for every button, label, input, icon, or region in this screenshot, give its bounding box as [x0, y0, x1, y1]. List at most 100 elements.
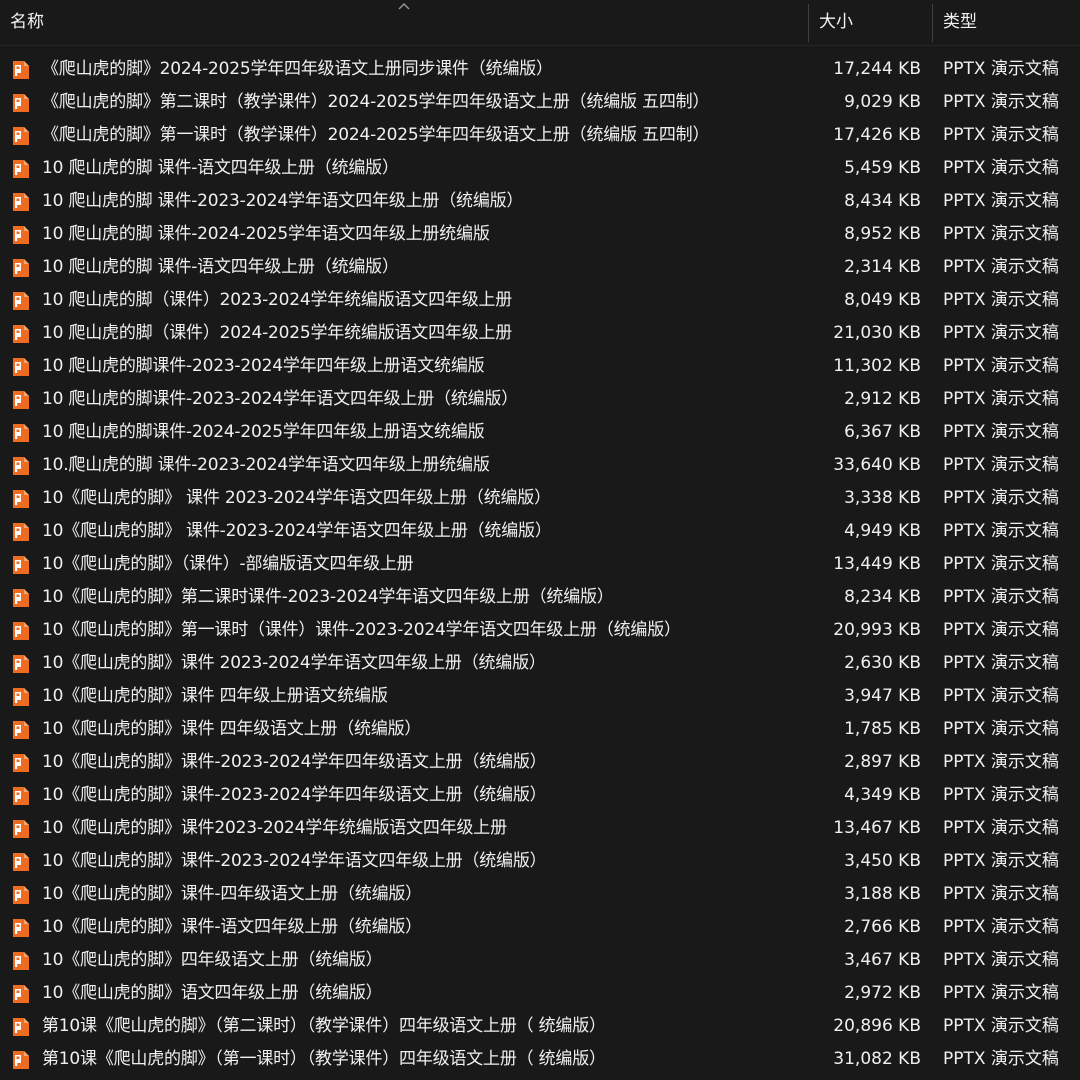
file-row[interactable]: 10《爬山虎的脚》（课件）-部编版语文四年级上册 13,449 KB PPTX 演示…	[0, 548, 1080, 581]
file-row[interactable]: 10《爬山虎的脚》 课件 2023-2024学年语文四年级上册（统编版） 3,33…	[0, 482, 1080, 515]
pptx-file-icon	[13, 523, 29, 541]
file-row[interactable]: 10《爬山虎的脚》第二课时课件-2023-2024学年语文四年级上册（统编版） 8…	[0, 581, 1080, 614]
pptx-file-icon	[13, 622, 29, 640]
file-size: 6,367 KB	[844, 422, 921, 442]
file-row[interactable]: 10《爬山虎的脚》第一课时（课件）课件-2023-2024学年语文四年级上册（统…	[0, 614, 1080, 647]
file-row[interactable]: 10《爬山虎的脚》课件-2023-2024学年语文四年级上册（统编版） 3,450…	[0, 845, 1080, 878]
file-type: PPTX 演示文稿	[943, 191, 1059, 211]
file-row[interactable]: 第10课《爬山虎的脚》（第一课时）（教学课件）四年级语文上册（ 统编版） 31,0…	[0, 1043, 1080, 1076]
pptx-file-icon	[13, 556, 29, 574]
file-row[interactable]: 10《爬山虎的脚》课件-语文四年级上册（统编版） 2,766 KB PPTX 演示文…	[0, 911, 1080, 944]
file-row[interactable]: 10 爬山虎的脚（课件）2024-2025学年统编版语文四年级上册 21,030 …	[0, 317, 1080, 350]
file-size: 17,244 KB	[833, 59, 921, 79]
pptx-file-icon	[13, 457, 29, 475]
file-type: PPTX 演示文稿	[943, 554, 1059, 574]
file-size: 2,766 KB	[844, 917, 921, 937]
column-header-size[interactable]: 大小	[809, 0, 932, 45]
sort-ascending-icon	[398, 3, 410, 10]
column-header-name-label: 名称	[10, 12, 44, 32]
file-row[interactable]: 10《爬山虎的脚》课件-2023-2024学年四年级语文上册（统编版） 2,897…	[0, 746, 1080, 779]
file-type: PPTX 演示文稿	[943, 719, 1059, 739]
file-name: 10 爬山虎的脚课件-2023-2024学年四年级上册语文统编版	[42, 356, 485, 376]
file-type: PPTX 演示文稿	[943, 917, 1059, 937]
file-name: 10《爬山虎的脚》四年级语文上册（统编版）	[42, 950, 383, 970]
column-header-type-label: 类型	[943, 12, 977, 32]
pptx-file-icon	[13, 886, 29, 904]
file-row[interactable]: 10 爬山虎的脚课件-2023-2024学年四年级上册语文统编版 11,302 K…	[0, 350, 1080, 383]
file-row[interactable]: 10 爬山虎的脚 课件-语文四年级上册（统编版） 2,314 KB PPTX 演示文…	[0, 251, 1080, 284]
file-row[interactable]: 10.爬山虎的脚 课件-2023-2024学年语文四年级上册统编版 33,640 …	[0, 449, 1080, 482]
pptx-file-icon	[13, 787, 29, 805]
file-row[interactable]: 10 爬山虎的脚 课件-2023-2024学年语文四年级上册（统编版） 8,434…	[0, 185, 1080, 218]
file-row[interactable]: 10 爬山虎的脚课件-2024-2025学年四年级上册语文统编版 6,367 KB…	[0, 416, 1080, 449]
pptx-file-icon	[13, 160, 29, 178]
pptx-file-icon	[13, 655, 29, 673]
file-row[interactable]: 10 爬山虎的脚 课件-语文四年级上册（统编版） 5,459 KB PPTX 演示文…	[0, 152, 1080, 185]
file-row[interactable]: 《爬山虎的脚》第二课时（教学课件）2024-2025学年四年级语文上册（统编版 …	[0, 86, 1080, 119]
file-name: 《爬山虎的脚》第二课时（教学课件）2024-2025学年四年级语文上册（统编版 …	[42, 92, 710, 112]
file-name: 10《爬山虎的脚》课件 四年级上册语文统编版	[42, 686, 388, 706]
file-type: PPTX 演示文稿	[943, 1016, 1059, 1036]
file-row[interactable]: 10《爬山虎的脚》课件2023-2024学年统编版语文四年级上册 13,467 K…	[0, 812, 1080, 845]
pptx-file-icon	[13, 424, 29, 442]
file-size: 31,082 KB	[833, 1049, 921, 1069]
file-row[interactable]: 10《爬山虎的脚》课件 四年级语文上册（统编版） 1,785 KB PPTX 演示文…	[0, 713, 1080, 746]
file-row[interactable]: 10 爬山虎的脚课件-2023-2024学年语文四年级上册（统编版） 2,912 …	[0, 383, 1080, 416]
pptx-file-icon	[13, 1018, 29, 1036]
file-row[interactable]: 《爬山虎的脚》第一课时（教学课件）2024-2025学年四年级语文上册（统编版 …	[0, 119, 1080, 152]
file-type: PPTX 演示文稿	[943, 950, 1059, 970]
file-size: 21,030 KB	[833, 323, 921, 343]
pptx-file-icon	[13, 325, 29, 343]
file-type: PPTX 演示文稿	[943, 884, 1059, 904]
file-row[interactable]: 10《爬山虎的脚》课件-四年级语文上册（统编版） 3,188 KB PPTX 演示文…	[0, 878, 1080, 911]
pptx-file-icon	[13, 259, 29, 277]
file-name: 《爬山虎的脚》第一课时（教学课件）2024-2025学年四年级语文上册（统编版 …	[42, 125, 710, 145]
file-row[interactable]: 10《爬山虎的脚》语文四年级上册（统编版） 2,972 KB PPTX 演示文稿	[0, 977, 1080, 1010]
file-type: PPTX 演示文稿	[943, 653, 1059, 673]
file-size: 3,467 KB	[844, 950, 921, 970]
file-row[interactable]: 10 爬山虎的脚 课件-2024-2025学年语文四年级上册统编版 8,952 K…	[0, 218, 1080, 251]
file-type: PPTX 演示文稿	[943, 125, 1059, 145]
file-row[interactable]: 《爬山虎的脚》2024-2025学年四年级语文上册同步课件（统编版） 17,244…	[0, 53, 1080, 86]
file-type: PPTX 演示文稿	[943, 224, 1059, 244]
file-size: 11,302 KB	[833, 356, 921, 376]
file-size: 13,449 KB	[833, 554, 921, 574]
file-type: PPTX 演示文稿	[943, 488, 1059, 508]
file-row[interactable]: 10《爬山虎的脚》四年级语文上册（统编版） 3,467 KB PPTX 演示文稿	[0, 944, 1080, 977]
file-row[interactable]: 10 爬山虎的脚（课件）2023-2024学年统编版语文四年级上册 8,049 K…	[0, 284, 1080, 317]
file-name: 10《爬山虎的脚》课件 2023-2024学年语文四年级上册（统编版）	[42, 653, 546, 673]
column-header-type[interactable]: 类型	[933, 0, 1080, 45]
file-size: 1,785 KB	[844, 719, 921, 739]
pptx-file-icon	[13, 1051, 29, 1069]
file-type: PPTX 演示文稿	[943, 1049, 1059, 1069]
file-name: 10 爬山虎的脚 课件-语文四年级上册（统编版）	[42, 257, 399, 277]
file-row[interactable]: 10《爬山虎的脚》课件 四年级上册语文统编版 3,947 KB PPTX 演示文稿	[0, 680, 1080, 713]
file-type: PPTX 演示文稿	[943, 290, 1059, 310]
file-name: 10《爬山虎的脚》课件-语文四年级上册（统编版）	[42, 917, 422, 937]
pptx-file-icon	[13, 391, 29, 409]
file-row[interactable]: 10《爬山虎的脚》 课件-2023-2024学年语文四年级上册（统编版） 4,94…	[0, 515, 1080, 548]
file-name: 第10课《爬山虎的脚》（第二课时）（教学课件）四年级语文上册（ 统编版）	[42, 1016, 606, 1036]
pptx-file-icon	[13, 688, 29, 706]
file-size: 3,338 KB	[844, 488, 921, 508]
file-size: 17,426 KB	[833, 125, 921, 145]
file-row[interactable]: 第10课《爬山虎的脚》（第二课时）（教学课件）四年级语文上册（ 统编版） 20,8…	[0, 1010, 1080, 1043]
file-row[interactable]: 10《爬山虎的脚》课件 2023-2024学年语文四年级上册（统编版） 2,630…	[0, 647, 1080, 680]
file-name: 10《爬山虎的脚》课件2023-2024学年统编版语文四年级上册	[42, 818, 507, 838]
file-size: 9,029 KB	[844, 92, 921, 112]
file-name: 10《爬山虎的脚》课件 四年级语文上册（统编版）	[42, 719, 422, 739]
file-size: 2,972 KB	[844, 983, 921, 1003]
pptx-file-icon	[13, 127, 29, 145]
file-size: 3,947 KB	[844, 686, 921, 706]
file-row[interactable]: 10《爬山虎的脚》课件-2023-2024学年四年级语文上册（统编版） 4,349…	[0, 779, 1080, 812]
file-type: PPTX 演示文稿	[943, 818, 1059, 838]
pptx-file-icon	[13, 292, 29, 310]
file-size: 2,314 KB	[844, 257, 921, 277]
file-type: PPTX 演示文稿	[943, 422, 1059, 442]
file-name: 10《爬山虎的脚》课件-2023-2024学年四年级语文上册（统编版）	[42, 785, 547, 805]
file-type: PPTX 演示文稿	[943, 521, 1059, 541]
file-size: 2,912 KB	[844, 389, 921, 409]
pptx-file-icon	[13, 589, 29, 607]
file-name: 10《爬山虎的脚》课件-四年级语文上册（统编版）	[42, 884, 422, 904]
pptx-file-icon	[13, 985, 29, 1003]
